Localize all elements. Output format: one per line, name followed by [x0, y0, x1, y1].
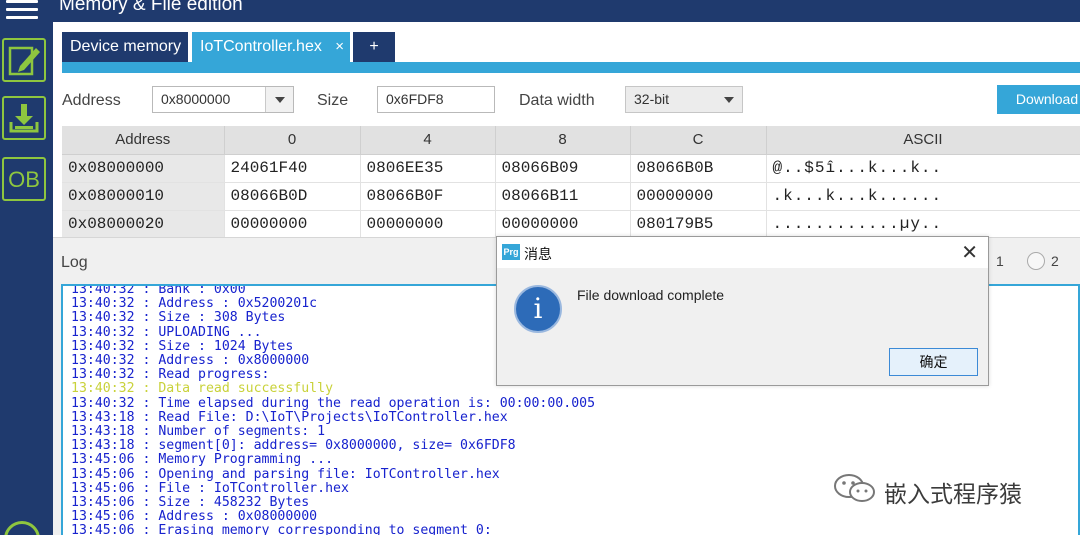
log-line: 13:40:32 : Time elapsed during the read …: [71, 395, 596, 411]
data-cell[interactable]: 00000000: [495, 210, 631, 239]
column-header[interactable]: Address: [62, 126, 225, 155]
message-dialog: Prg 消息 ✕ i File download complete 确定: [496, 236, 989, 386]
log-line: 13:43:18 : Number of segments: 1: [71, 424, 326, 440]
log-line: 13:45:06 : Erasing memory corresponding …: [71, 523, 492, 535]
menu-icon[interactable]: [6, 0, 38, 20]
column-header[interactable]: ASCII: [766, 126, 1080, 155]
tab-underline: [62, 62, 1080, 73]
table-row[interactable]: 0x08000010 08066B0D 08066B0F 08066B11 00…: [62, 182, 1080, 211]
data-cell[interactable]: 00000000: [360, 210, 496, 239]
watermark-text: 嵌入式程序猿: [884, 481, 1022, 507]
data-width-select[interactable]: 32-bit: [625, 86, 743, 113]
table-header-row: Address 0 4 8 C ASCII: [62, 126, 1080, 155]
tab-label: IoTController.hex: [200, 38, 322, 55]
header-bar: Memory & File edition: [53, 0, 1080, 22]
chevron-down-icon: [724, 97, 734, 103]
data-cell[interactable]: 00000000: [630, 182, 767, 211]
help-icon[interactable]: [4, 521, 40, 535]
verbosity-2-radio[interactable]: [1027, 252, 1045, 270]
ascii-cell[interactable]: .k...k...k......: [766, 182, 1080, 211]
log-line: 13:45:06 : Address : 0x08000000: [71, 509, 318, 525]
page-title: Memory & File edition: [59, 0, 243, 15]
info-icon: i: [514, 285, 562, 333]
data-cell[interactable]: 24061F40: [224, 154, 361, 183]
data-cell[interactable]: 08066B11: [495, 182, 631, 211]
address-cell[interactable]: 0x08000020: [62, 210, 225, 239]
column-header[interactable]: 8: [495, 126, 631, 155]
dialog-titlebar[interactable]: Prg 消息 ✕: [497, 237, 988, 268]
address-label: Address: [62, 92, 121, 109]
data-cell[interactable]: 080179B5: [630, 210, 767, 239]
option-bytes-button[interactable]: OB: [2, 157, 46, 201]
download-button[interactable]: Download: [997, 85, 1080, 114]
size-input[interactable]: 0x6FDF8: [377, 86, 495, 113]
column-header[interactable]: 0: [224, 126, 361, 155]
tab-label: Device memory: [70, 38, 182, 55]
download-icon[interactable]: [2, 96, 46, 140]
address-cell[interactable]: 0x08000000: [62, 154, 225, 183]
memory-toolbar: Address 0x8000000 Size 0x6FDF8 Data widt…: [53, 73, 1080, 126]
column-header[interactable]: 4: [360, 126, 496, 155]
log-line: 13:43:18 : Read File: D:\IoT\Projects\Io…: [71, 409, 508, 425]
address-value: 0x8000000: [161, 91, 231, 107]
dialog-message: File download complete: [577, 287, 725, 303]
column-header[interactable]: C: [630, 126, 767, 155]
data-cell[interactable]: 08066B0D: [224, 182, 361, 211]
tab-device-memory[interactable]: Device memory: [62, 32, 188, 64]
log-line: 13:45:06 : Opening and parsing file: IoT…: [71, 466, 500, 482]
close-icon[interactable]: ✕: [961, 240, 978, 265]
verbosity-1-label: 1: [996, 253, 1004, 269]
log-title: Log: [61, 254, 88, 271]
ascii-cell[interactable]: @..$5î...k...k..: [766, 154, 1080, 183]
table-row[interactable]: 0x08000020 00000000 00000000 00000000 08…: [62, 210, 1080, 239]
log-line: 13:45:06 : File : IoTController.hex: [71, 480, 349, 496]
verbosity-2-label: 2: [1051, 253, 1059, 269]
close-icon[interactable]: ×: [335, 32, 344, 62]
data-cell[interactable]: 08066B09: [495, 154, 631, 183]
app-window: OB Memory & File edition Device memory I…: [0, 0, 1080, 535]
wechat-icon: [834, 474, 875, 502]
sidebar: OB: [0, 0, 53, 535]
address-cell[interactable]: 0x08000010: [62, 182, 225, 211]
data-width-label: Data width: [519, 92, 595, 109]
log-line: 13:43:18 : segment[0]: address= 0x800000…: [71, 438, 516, 454]
table-row[interactable]: 0x08000000 24061F40 0806EE35 08066B09 08…: [62, 154, 1080, 183]
ok-button[interactable]: 确定: [889, 348, 978, 376]
add-tab-button[interactable]: +: [353, 32, 395, 64]
log-line: 13:45:06 : Memory Programming ...: [71, 452, 334, 468]
chevron-down-icon[interactable]: [265, 87, 293, 112]
log-line: 13:45:06 : Size : 458232 Bytes: [71, 495, 310, 511]
data-width-value: 32-bit: [634, 91, 670, 107]
data-cell[interactable]: 00000000: [224, 210, 361, 239]
size-value: 0x6FDF8: [386, 91, 444, 107]
watermark: 嵌入式程序猿: [832, 472, 1052, 507]
data-cell[interactable]: 08066B0B: [630, 154, 767, 183]
memory-table: Address 0 4 8 C ASCII 0x08000000 24061F4…: [62, 126, 1080, 239]
ascii-cell[interactable]: ............µy..: [766, 210, 1080, 239]
size-label: Size: [317, 92, 349, 109]
data-cell[interactable]: 0806EE35: [360, 154, 496, 183]
tab-bar: Device memory IoTController.hex × +: [53, 22, 1080, 64]
dialog-body: i File download complete 确定: [497, 268, 988, 385]
address-combobox[interactable]: 0x8000000: [152, 86, 294, 113]
edit-icon[interactable]: [2, 38, 46, 82]
data-cell[interactable]: 08066B0F: [360, 182, 496, 211]
dialog-title: 消息: [524, 246, 552, 262]
app-icon: Prg: [502, 244, 520, 260]
tab-iotcontroller-hex[interactable]: IoTController.hex ×: [192, 32, 350, 64]
option-bytes-label: OB: [8, 167, 40, 192]
